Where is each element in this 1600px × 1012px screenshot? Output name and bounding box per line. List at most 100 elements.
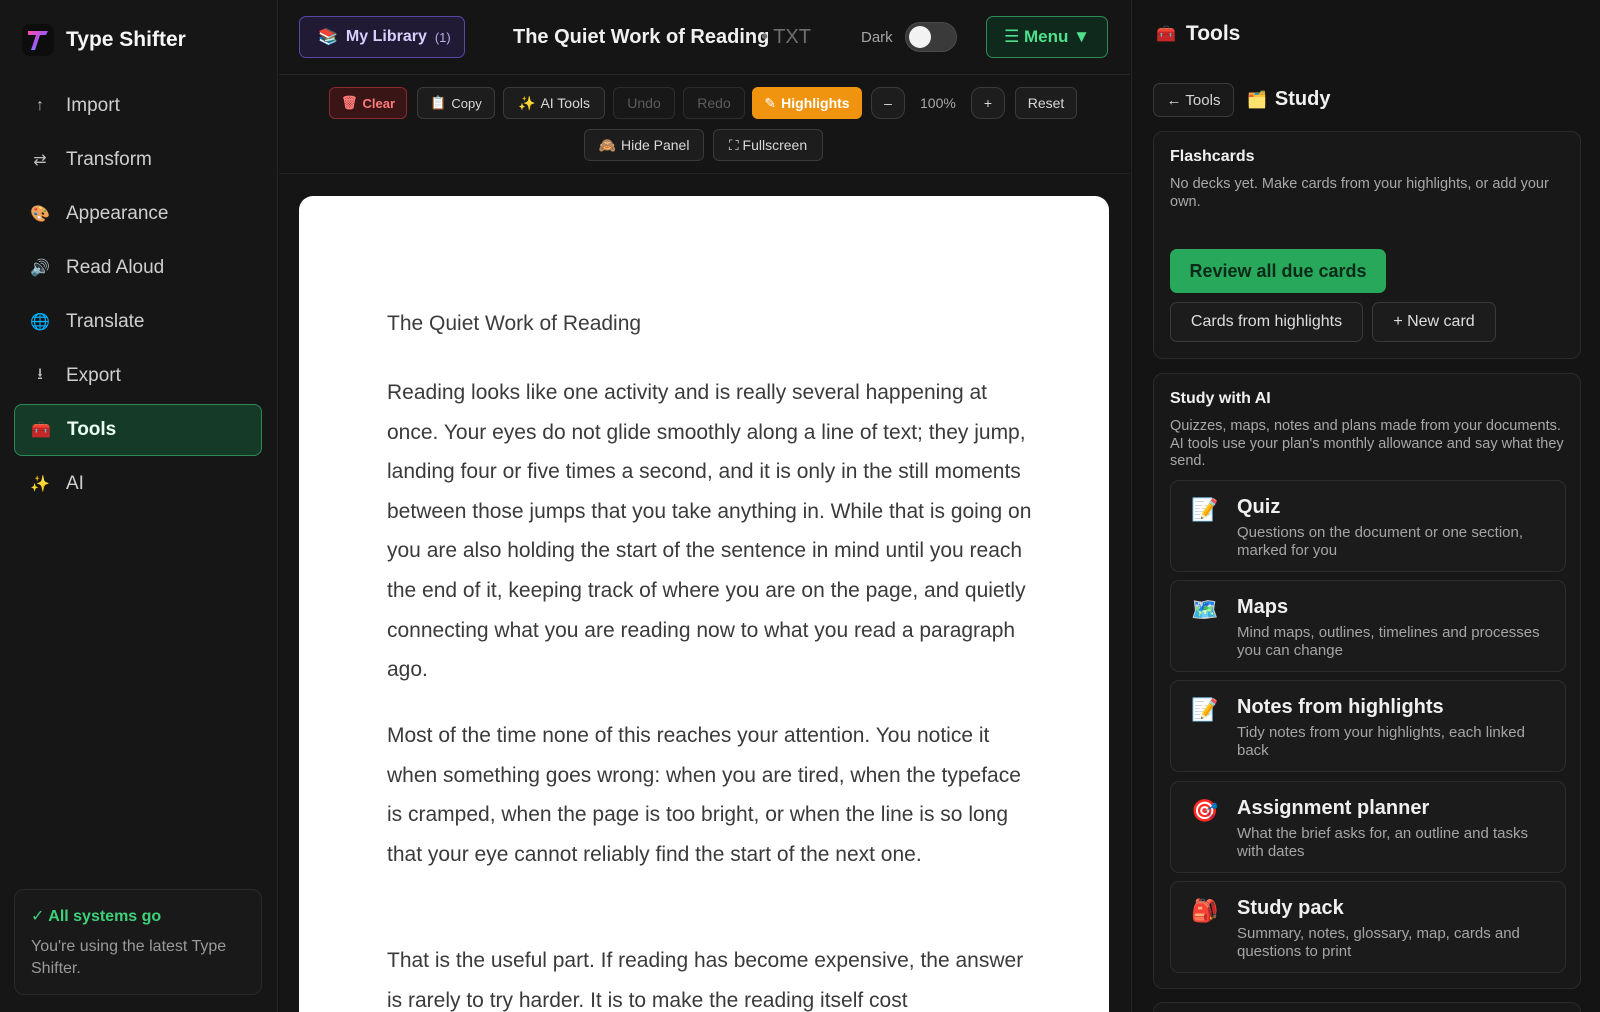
study-heading: 🗂️ Study [1247,88,1330,111]
sidebar: Type Shifter ↑ Import ⇄ Transform 🎨 Appe… [0,0,278,1012]
toolbox-icon: 🧰 [31,422,51,439]
zoom-in-button[interactable]: + [971,87,1005,119]
zoom-out-button[interactable]: – [871,87,905,119]
memo-icon: 📝 [1191,497,1219,522]
sparkles-icon: ✨ [30,476,50,493]
main-area: 📚 My Library (1) The Quiet Work of Readi… [279,0,1130,1012]
status-text: You're using the latest Type Shifter. [31,938,227,977]
sidebar-item-export[interactable]: ⭳ Export [14,350,262,402]
panel-icon: 🙈 [598,136,616,153]
document-heading: The Quiet Work of Reading [387,312,642,335]
next-card [1153,1002,1581,1012]
sidebar-item-label: Export [66,365,121,386]
memo-icon: 📝 [1191,697,1219,722]
sidebar-item-translate[interactable]: 🌐 Translate [14,296,262,348]
undo-button[interactable]: Undo [613,87,675,119]
hide-panel-button[interactable]: 🙈 Hide Panel [584,129,704,161]
paragraph: Most of the time none of this reaches yo… [387,724,1021,866]
flashcards-desc: No decks yet. Make cards from your highl… [1170,176,1549,210]
flashcards-card: Flashcards No decks yet. Make cards from… [1153,131,1581,359]
sidebar-item-label: AI [66,473,84,494]
flashcards-title: Flashcards [1170,148,1255,165]
notes-from-highlights-tool[interactable]: 📝 Notes from highlights Tidy notes from … [1170,680,1566,772]
tool-desc: Summary, notes, glossary, map, cards and… [1237,925,1520,960]
study-ai-title: Study with AI [1170,390,1271,407]
toggle-knob [909,26,931,48]
study-title: Study [1274,88,1331,110]
cards-from-highlights-button[interactable]: Cards from highlights [1170,302,1363,342]
ai-tools-button[interactable]: ✨ AI Tools [503,87,605,119]
tool-desc: What the brief asks for, an outline and … [1237,825,1528,860]
sidebar-item-transform[interactable]: ⇄ Transform [14,134,262,186]
tool-title: Study pack [1237,897,1344,919]
fullscreen-button[interactable]: ⛶ Fullscreen [713,129,823,161]
sidebar-item-label: Transform [66,149,152,170]
clear-label: Clear [362,95,396,111]
back-to-tools-button[interactable]: ← Tools [1153,83,1234,117]
clear-button[interactable]: 🗑 Clear [329,87,407,119]
books-icon: 📚 [318,29,338,46]
sidebar-item-label: Read Aloud [66,257,165,278]
review-due-cards-button[interactable]: Review all due cards [1170,249,1386,293]
tool-title: Notes from highlights [1237,696,1444,718]
menu-button[interactable]: ☰ Menu ▼ [986,16,1108,58]
folder-icon: 🗂️ [1247,91,1267,109]
dark-mode-toggle[interactable] [905,22,957,52]
status-title: ✓ All systems go [31,908,162,925]
palette-icon: 🎨 [30,206,50,223]
pencil-icon: ✎ [764,94,777,111]
tool-title: Quiz [1237,496,1281,518]
arrow-up-icon: ↑ [36,97,44,114]
document-title: The Quiet Work of Reading [513,26,770,48]
highlights-label: Highlights [781,95,850,111]
map-icon: 🗺️ [1191,597,1219,622]
hide-panel-label: Hide Panel [620,137,690,153]
tool-desc: Tidy notes from your highlights, each li… [1237,724,1525,759]
sidebar-item-tools[interactable]: 🧰 Tools [14,404,262,456]
quiz-tool[interactable]: 📝 Quiz Questions on the document or one … [1170,480,1566,572]
paragraph: That is the useful part. If reading has … [387,949,1024,1012]
highlights-button[interactable]: ✎ Highlights [752,87,862,119]
sidebar-item-ai[interactable]: ✨ AI [14,458,262,510]
document-page[interactable]: The Quiet Work of Reading Reading looks … [299,196,1109,1012]
sidebar-item-appearance[interactable]: 🎨 Appearance [14,188,262,240]
globe-icon: 🌐 [30,314,50,331]
panel-title: Tools [1185,22,1241,45]
study-pack-tool[interactable]: 🎒 Study pack Summary, notes, glossary, m… [1170,881,1566,973]
sidebar-item-import[interactable]: ↑ Import [14,80,262,132]
study-ai-desc: Quizzes, maps, notes and plans made from… [1170,418,1564,469]
sidebar-item-label: Translate [66,311,145,332]
toolbox-icon: 🧰 [1156,26,1176,43]
sidebar-item-label: Import [66,95,120,116]
sparkles-icon: ✨ [518,94,536,111]
document-type: • TXT [761,26,811,48]
copy-button[interactable]: 📋 Copy [417,87,495,119]
sidebar-item-label: Appearance [66,203,169,224]
paragraph: Reading looks like one activity and is r… [387,381,1032,682]
swap-icon: ⇄ [33,152,47,169]
copy-label: Copy [451,95,482,111]
ai-tools-label: AI Tools [540,95,590,111]
dark-mode-label: Dark [861,29,893,46]
tools-panel: 🧰 Tools ← Tools 🗂️ Study Flashcards No d… [1131,0,1600,1012]
new-card-button[interactable]: + New card [1372,302,1496,342]
my-library-button[interactable]: 📚 My Library (1) [299,16,465,58]
study-with-ai-card: Study with AI Quizzes, maps, notes and p… [1153,373,1581,989]
reset-button[interactable]: Reset [1015,87,1077,119]
assignment-planner-tool[interactable]: 🎯 Assignment planner What the brief asks… [1170,781,1566,873]
zoom-level: 100% [920,95,956,111]
sidebar-item-label: Tools [67,419,117,440]
download-icon: ⭳ [37,365,43,383]
sidebar-item-read-aloud[interactable]: 🔊 Read Aloud [14,242,262,294]
tool-title: Assignment planner [1237,797,1430,819]
redo-button[interactable]: Redo [683,87,745,119]
maps-tool[interactable]: 🗺️ Maps Mind maps, outlines, timelines a… [1170,580,1566,672]
target-icon: 🎯 [1191,798,1219,823]
app-logo-icon [22,24,54,56]
editor-toolbar: 🗑 Clear 📋 Copy ✨ AI Tools Undo Redo ✎ Hi… [279,76,1130,174]
tool-desc: Questions on the document or one section… [1237,524,1524,559]
library-count: (1) [434,29,451,45]
brand[interactable]: Type Shifter [22,24,186,56]
top-bar: 📚 My Library (1) The Quiet Work of Readi… [279,0,1130,75]
backpack-icon: 🎒 [1191,898,1219,923]
